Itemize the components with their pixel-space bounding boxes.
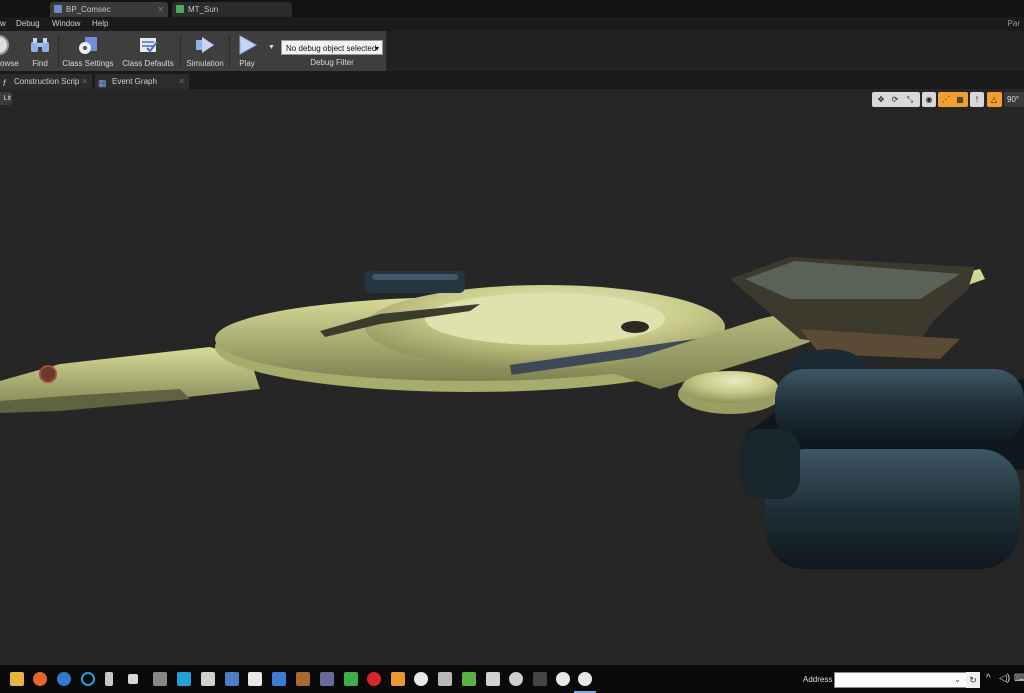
find-label: Find: [32, 59, 48, 68]
play-options-dropdown[interactable]: ▼: [268, 44, 275, 51]
file-explorer-icon[interactable]: [10, 672, 24, 686]
chevron-down-icon: ▾: [374, 44, 379, 53]
debug-object-select[interactable]: No debug object selected ▾: [281, 40, 383, 55]
viewport[interactable]: Lit ✥ ⟳ ⤡ ◉ ⋰ ▦ ! △ 90°: [0, 89, 1024, 665]
play-icon: [239, 35, 258, 55]
menu-bar: w Debug Window Help Par: [0, 17, 1024, 31]
simulation-label: Simulation: [186, 59, 224, 68]
menu-window[interactable]: Window: [52, 17, 80, 31]
app-icon[interactable]: [533, 672, 547, 686]
firefox-icon[interactable]: [33, 672, 47, 686]
chevron-up-icon[interactable]: ^: [986, 673, 991, 684]
refresh-button[interactable]: ↻: [966, 672, 980, 688]
app-icon[interactable]: [391, 672, 405, 686]
material-icon: [176, 5, 184, 13]
browse-label: owse: [0, 59, 19, 68]
menu-view[interactable]: w: [0, 17, 6, 31]
toolbar-separator: [180, 35, 181, 67]
taskbar: Address ⌄ ↻ ^ ◁) ⌨: [0, 665, 1024, 693]
app-icon[interactable]: [272, 672, 286, 686]
app-icon[interactable]: [128, 674, 138, 684]
keyboard-icon[interactable]: ⌨: [1014, 673, 1024, 684]
app-icon[interactable]: [105, 672, 113, 686]
app-icon[interactable]: [81, 672, 95, 686]
speaker-icon[interactable]: ◁): [999, 673, 1010, 684]
close-icon[interactable]: ✕: [178, 74, 185, 89]
toolbar-empty-area: [386, 31, 1024, 71]
app-icon[interactable]: [462, 672, 476, 686]
menu-help[interactable]: Help: [92, 17, 108, 31]
app-icon[interactable]: [486, 672, 500, 686]
class-defaults-button[interactable]: Class Defaults: [120, 31, 176, 71]
toolbar-separator: [229, 35, 230, 67]
gear-icon: [79, 37, 97, 54]
app-icon[interactable]: [153, 672, 167, 686]
address-label: Address: [803, 675, 833, 684]
app-icon[interactable]: [225, 672, 239, 686]
tab-construction-script[interactable]: f Construction Scrip ✕: [0, 74, 92, 89]
close-icon[interactable]: ✕: [81, 74, 88, 89]
menu-right-text[interactable]: Par: [1008, 17, 1020, 31]
blueprint-icon: [54, 5, 62, 13]
app-icon[interactable]: [201, 672, 215, 686]
tab-label: MT_Sun: [188, 5, 219, 14]
unreal-active-icon[interactable]: [578, 672, 592, 686]
tab-label: Construction Scrip: [14, 77, 80, 86]
toolbar-separator: [58, 35, 59, 67]
app-icon[interactable]: [438, 672, 452, 686]
class-settings-label: Class Settings: [62, 59, 114, 68]
class-settings-button[interactable]: Class Settings: [60, 31, 116, 71]
tab-label: BP_Comsec: [66, 5, 111, 14]
class-defaults-label: Class Defaults: [122, 59, 174, 68]
browse-button[interactable]: owse: [0, 31, 20, 71]
address-input[interactable]: ⌄: [834, 672, 980, 688]
find-button[interactable]: Find: [24, 31, 56, 71]
close-icon[interactable]: ✕: [157, 2, 164, 17]
graph-tab-bar: f Construction Scrip ✕ ▦ Event Graph ✕: [0, 71, 1024, 89]
tab-label: Event Graph: [112, 77, 157, 86]
menu-debug[interactable]: Debug: [16, 17, 40, 31]
tab-mt-sun[interactable]: MT_Sun: [172, 2, 292, 17]
binoculars-icon: [31, 38, 49, 52]
simulation-icon: [196, 37, 214, 53]
debug-filter-label: Debug Filter: [310, 58, 354, 67]
app-icon[interactable]: [296, 672, 310, 686]
play-button[interactable]: Play: [232, 31, 262, 71]
ship-3d-model: [0, 257, 1024, 569]
browse-icon: [0, 35, 9, 55]
app-icon[interactable]: [177, 672, 191, 686]
app-icon[interactable]: [320, 672, 334, 686]
tab-bp-comsec[interactable]: BP_Comsec ✕: [50, 2, 168, 17]
app-icon[interactable]: [344, 672, 358, 686]
app-icon[interactable]: [57, 672, 71, 686]
settings-gear-icon[interactable]: [509, 672, 523, 686]
tab-event-graph[interactable]: ▦ Event Graph ✕: [95, 74, 189, 89]
opera-icon[interactable]: [367, 672, 381, 686]
app-icon[interactable]: [414, 672, 428, 686]
app-icon[interactable]: [248, 672, 262, 686]
simulation-button[interactable]: Simulation: [183, 31, 227, 71]
document-tab-bar: BP_Comsec ✕ MT_Sun: [0, 0, 1024, 17]
unreal-icon[interactable]: [556, 672, 570, 686]
chevron-down-icon[interactable]: ⌄: [954, 675, 961, 684]
play-label: Play: [239, 59, 255, 68]
checklist-icon: [140, 38, 158, 53]
debug-select-value: No debug object selected: [286, 44, 377, 53]
